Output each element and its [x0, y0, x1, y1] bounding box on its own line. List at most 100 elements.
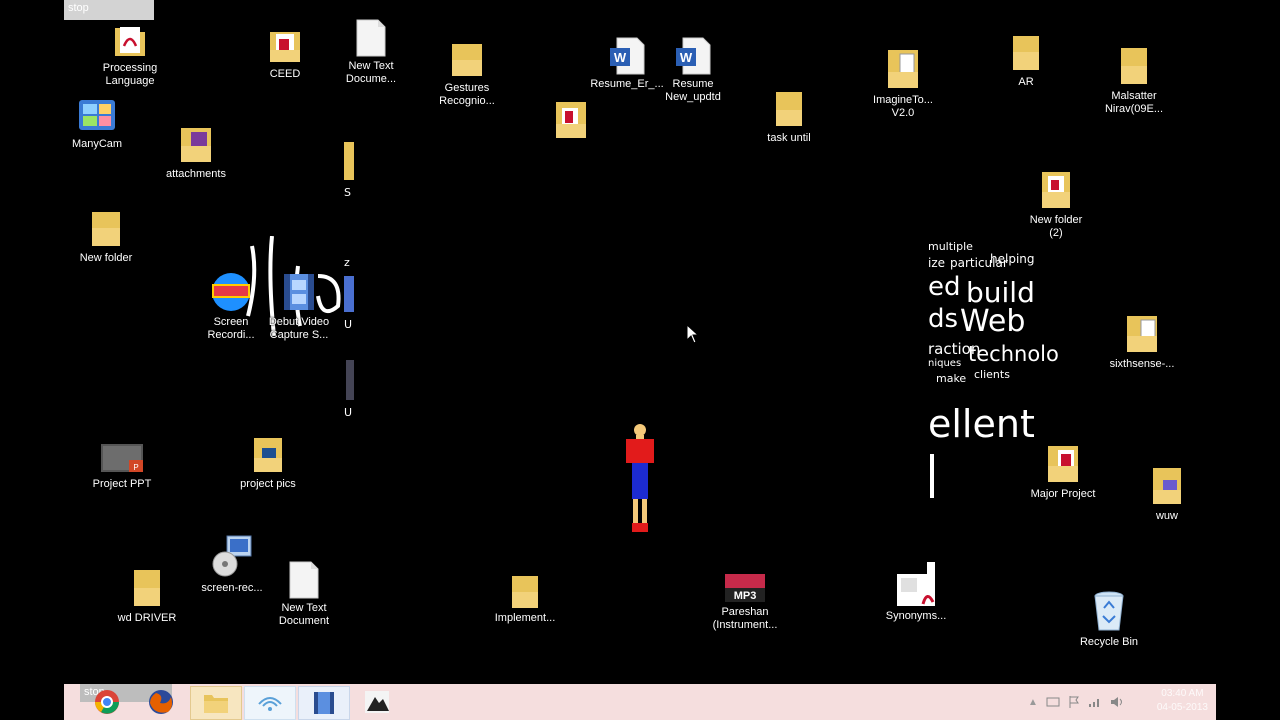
folder-icon	[254, 438, 282, 472]
desktop-icon-imagineto[interactable]: ImagineTo... V2.0	[858, 46, 948, 120]
icon-label: Processing Language	[102, 62, 158, 87]
folder-icon	[181, 128, 211, 162]
folder-icon	[1042, 172, 1070, 208]
desktop-icon-folder-unlabeled[interactable]	[526, 98, 616, 144]
icon-label: Gestures Recognio...	[439, 82, 495, 107]
powerpoint-icon: P	[101, 444, 143, 472]
wordcloud-word: ed	[928, 272, 961, 302]
taskbar-chrome-button[interactable]	[82, 686, 132, 718]
word-document-icon: W	[676, 37, 711, 75]
icon-label: Project PPT	[92, 478, 152, 490]
icon-label: Recycle Bin	[1079, 636, 1139, 648]
desktop-icon-ceed[interactable]: CEED	[240, 28, 330, 81]
icon-label: New folder (2)	[1029, 214, 1083, 239]
wordcloud-word: technology	[968, 342, 1058, 366]
desktop-icon-new-folder-2[interactable]: New folder (2)	[1011, 168, 1101, 240]
desktop-icon-synonyms[interactable]: Synonyms...	[871, 560, 961, 623]
svg-text:P: P	[133, 463, 138, 472]
desktop-icon-project-pics[interactable]: project pics	[223, 434, 313, 491]
desktop-icon-implement[interactable]: Implement...	[480, 572, 570, 625]
desktop-icon-gestures-recognition[interactable]: Gestures Recognio...	[422, 40, 512, 108]
signal-bars-icon[interactable]	[1088, 696, 1102, 708]
taskbar-clock[interactable]: 03:40 AM 04-05-2013	[1157, 687, 1208, 715]
wordcloud-word: Web	[960, 304, 1026, 339]
chrome-icon	[95, 690, 119, 714]
folder-icon	[1121, 48, 1147, 84]
desktop-icon-processing-language[interactable]: Processing Language	[85, 22, 175, 88]
recycle-bin-icon	[1094, 591, 1124, 631]
taskbar-image-app-button[interactable]	[352, 686, 402, 718]
word-document-icon: W	[610, 37, 645, 75]
folder-icon	[776, 92, 802, 126]
mouse-cursor-icon	[686, 324, 700, 344]
wordcloud-word: ellent	[928, 402, 1035, 446]
wordcloud-word: ds	[928, 304, 959, 334]
desktop-icon-new-text-document-1[interactable]: New Text Docume...	[326, 18, 416, 86]
icon-label: wuw	[1155, 510, 1178, 522]
folder-icon	[92, 212, 120, 246]
folder-icon	[1048, 446, 1078, 482]
desktop-icon-manycam[interactable]: ManyCam	[52, 96, 142, 151]
icon-label: New Text Document	[278, 602, 330, 627]
icon-label: Debut Video Capture S...	[268, 316, 330, 341]
desktop-icon-sixthsense[interactable]: sixthsense-...	[1097, 312, 1187, 371]
desktop-icon-pareshan-mp3[interactable]: MP3 Pareshan (Instrument...	[700, 572, 790, 632]
desktop-icon-attachments[interactable]: attachments	[151, 124, 241, 181]
taskbar-firefox-button[interactable]	[136, 686, 186, 718]
icon-label: task until	[767, 132, 811, 144]
stop-overlay-label[interactable]: stop	[64, 0, 154, 20]
clipped-label: U	[344, 406, 353, 419]
wordcloud-word: ize	[928, 256, 946, 270]
system-tray: ▲	[1024, 684, 1128, 720]
desktop-icon-project-ppt[interactable]: P Project PPT	[77, 442, 167, 491]
desktop-icon-wd-driver[interactable]: wd DRIVER	[102, 566, 192, 625]
wordcloud-word: clients	[974, 368, 1010, 381]
clock-date: 04-05-2013	[1156, 702, 1208, 713]
show-hidden-icons-icon[interactable]: ▲	[1028, 697, 1038, 708]
folder-icon	[204, 695, 228, 713]
icon-label: Malsatter Nirav(09E...	[1104, 90, 1164, 115]
desktop-icon-new-text-document-2[interactable]: New Text Document	[259, 560, 349, 628]
icon-label: CEED	[269, 68, 301, 80]
wordcloud-word: multiple	[928, 240, 973, 253]
desktop-icon-major-project[interactable]: Major Project	[1018, 442, 1108, 501]
desktop-icon-debut-video-capture[interactable]: Debut Video Capture S...	[254, 270, 344, 342]
icon-label: New Text Docume...	[345, 60, 397, 85]
folder-icon	[556, 102, 586, 138]
desktop-icon-new-folder[interactable]: New folder	[61, 208, 151, 265]
desktop-icon-malsatter[interactable]: Malsatter Nirav(09E...	[1089, 44, 1179, 116]
folder-icon	[1153, 468, 1181, 504]
firefox-icon	[149, 690, 173, 714]
folder-icon	[888, 50, 918, 88]
icon-label: New folder	[79, 252, 133, 264]
folder-icon	[512, 576, 538, 608]
volume-icon[interactable]	[1110, 696, 1124, 708]
action-center-flag-icon[interactable]	[1068, 695, 1080, 709]
text-document-icon	[289, 561, 319, 599]
taskbar-video-capture-button[interactable]	[298, 686, 350, 720]
folder-icon	[452, 44, 482, 76]
pdf-file-icon	[897, 562, 935, 606]
desktop-icon-resume-new-updtd[interactable]: W Resume New_updtd	[648, 36, 738, 104]
desktop-icon-task-until[interactable]: task until	[744, 88, 834, 145]
text-document-icon	[356, 19, 386, 57]
taskbar-explorer-button[interactable]	[190, 686, 242, 720]
desktop-icon-ar[interactable]: AR	[981, 32, 1071, 89]
icon-label: Synonyms...	[885, 610, 947, 622]
desktop: stop Processing Language CEED New Text D…	[0, 0, 1280, 720]
wordcloud-word: make	[936, 372, 967, 385]
icon-label: attachments	[166, 168, 226, 180]
manycam-icon	[79, 100, 115, 130]
folder-icon	[115, 27, 145, 56]
network-status-icon[interactable]	[1046, 696, 1060, 708]
icon-label: ImagineTo... V2.0	[873, 94, 933, 119]
desktop-icon-wuw[interactable]: wuw	[1122, 464, 1212, 523]
taskbar-wifi-app-button[interactable]	[244, 686, 296, 720]
icon-label: wd DRIVER	[117, 612, 177, 624]
icon-label: Major Project	[1030, 488, 1096, 500]
standing-figure	[626, 424, 654, 532]
mp3-file-icon: MP3	[725, 574, 765, 602]
svg-text:W: W	[614, 50, 627, 65]
desktop-icon-recycle-bin[interactable]: Recycle Bin	[1064, 590, 1154, 649]
svg-text:W: W	[680, 50, 693, 65]
